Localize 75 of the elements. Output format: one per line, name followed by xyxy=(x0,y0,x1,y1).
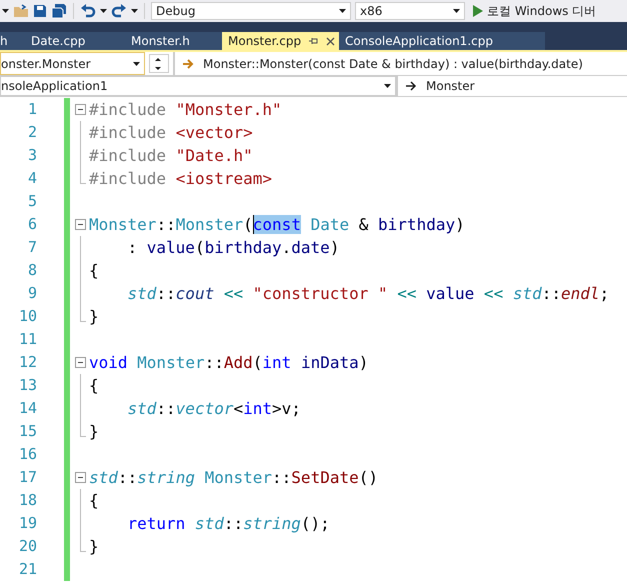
scope-dropdown[interactable]: onster.Monster xyxy=(0,52,145,75)
spin-control[interactable] xyxy=(149,54,169,73)
fold-end-line xyxy=(80,420,86,437)
line-number: 2 xyxy=(26,122,37,143)
line-number: 16 xyxy=(18,444,37,465)
code-line: } xyxy=(89,421,99,443)
line-number: 18 xyxy=(18,490,37,511)
code-line: std::vector<int>v; xyxy=(126,398,301,420)
code-line: #include <vector> xyxy=(89,122,253,144)
dropdown-arrow-icon[interactable] xyxy=(131,9,138,13)
code-line: Monster::Monster(const Date & birthday) xyxy=(89,214,465,236)
dropdown-arrow-icon[interactable] xyxy=(384,84,391,88)
line-number: 1 xyxy=(26,99,37,120)
code-line: #include <iostream> xyxy=(89,168,272,190)
code-line: std::string Monster::SetDate() xyxy=(89,467,378,489)
save-all-icon[interactable] xyxy=(51,4,67,18)
redo-icon[interactable] xyxy=(111,4,127,18)
line-number: 6 xyxy=(26,214,37,235)
arrow-icon xyxy=(183,58,195,68)
line-number: 15 xyxy=(18,421,37,442)
dropdown-arrow-icon[interactable] xyxy=(133,62,140,66)
code-line: } xyxy=(89,306,99,328)
code-line: { xyxy=(89,375,99,397)
collapse-icon[interactable] xyxy=(75,219,86,230)
code-line: std::cout << "constructor " << value << std::endl; xyxy=(126,283,610,305)
file-tab[interactable]: ConsoleApplication1.cpp xyxy=(339,32,519,50)
line-number: 10 xyxy=(18,306,37,327)
code-line: #include "Monster.h" xyxy=(89,99,282,121)
collapse-icon[interactable] xyxy=(75,357,86,368)
project-dropdown[interactable]: nsoleApplication1 xyxy=(0,76,396,96)
collapse-icon[interactable] xyxy=(75,472,86,483)
code-line: : value(birthday.date) xyxy=(126,237,340,259)
play-icon xyxy=(473,5,483,17)
type-dropdown[interactable]: Monster xyxy=(396,76,627,96)
code-line: void Monster::Add(int inData) xyxy=(89,352,368,374)
line-number: 14 xyxy=(18,398,37,419)
arrow-icon xyxy=(406,81,418,91)
file-tab[interactable]: Date.cpp xyxy=(25,32,125,50)
line-number: 21 xyxy=(18,559,37,580)
dropdown-arrow-icon[interactable] xyxy=(2,9,9,13)
line-number: 9 xyxy=(26,283,37,304)
code-line: { xyxy=(89,260,99,282)
folder-icon[interactable] xyxy=(13,4,29,18)
line-number: 5 xyxy=(26,191,37,212)
dropdown-arrow-icon[interactable] xyxy=(100,9,107,13)
line-number: 20 xyxy=(18,536,37,557)
undo-icon[interactable] xyxy=(80,4,96,18)
file-tab[interactable]: Monster.cpp xyxy=(222,32,339,50)
fold-end-line xyxy=(80,305,86,322)
code-line: return std::string(); xyxy=(126,513,330,535)
line-number: 4 xyxy=(26,168,37,189)
code-line: } xyxy=(89,536,99,558)
configuration-dropdown[interactable]: Debug xyxy=(151,2,351,20)
file-tab[interactable]: h xyxy=(0,32,25,50)
dropdown-arrow-icon[interactable] xyxy=(339,9,346,13)
line-number: 8 xyxy=(26,260,37,281)
line-number: 13 xyxy=(18,375,37,396)
line-number: 17 xyxy=(18,467,37,488)
platform-dropdown[interactable]: x86 xyxy=(355,2,465,20)
line-number: 3 xyxy=(26,145,37,166)
line-number: 19 xyxy=(18,513,37,534)
fold-end-line xyxy=(80,535,86,552)
run-button[interactable]: 로컬 Windows 디버 xyxy=(469,2,596,20)
line-number: 7 xyxy=(26,237,37,258)
code-line: { xyxy=(89,490,99,512)
code-line: #include "Date.h" xyxy=(89,145,253,167)
close-icon[interactable] xyxy=(326,36,336,46)
line-number: 12 xyxy=(18,352,37,373)
file-tab[interactable]: Monster.h xyxy=(125,32,222,50)
collapse-icon[interactable] xyxy=(75,104,86,115)
line-number: 11 xyxy=(18,329,37,350)
fold-end-line xyxy=(80,167,86,184)
pin-icon[interactable] xyxy=(309,37,318,45)
dropdown-arrow-icon[interactable] xyxy=(453,9,460,13)
save-icon[interactable] xyxy=(33,4,47,18)
